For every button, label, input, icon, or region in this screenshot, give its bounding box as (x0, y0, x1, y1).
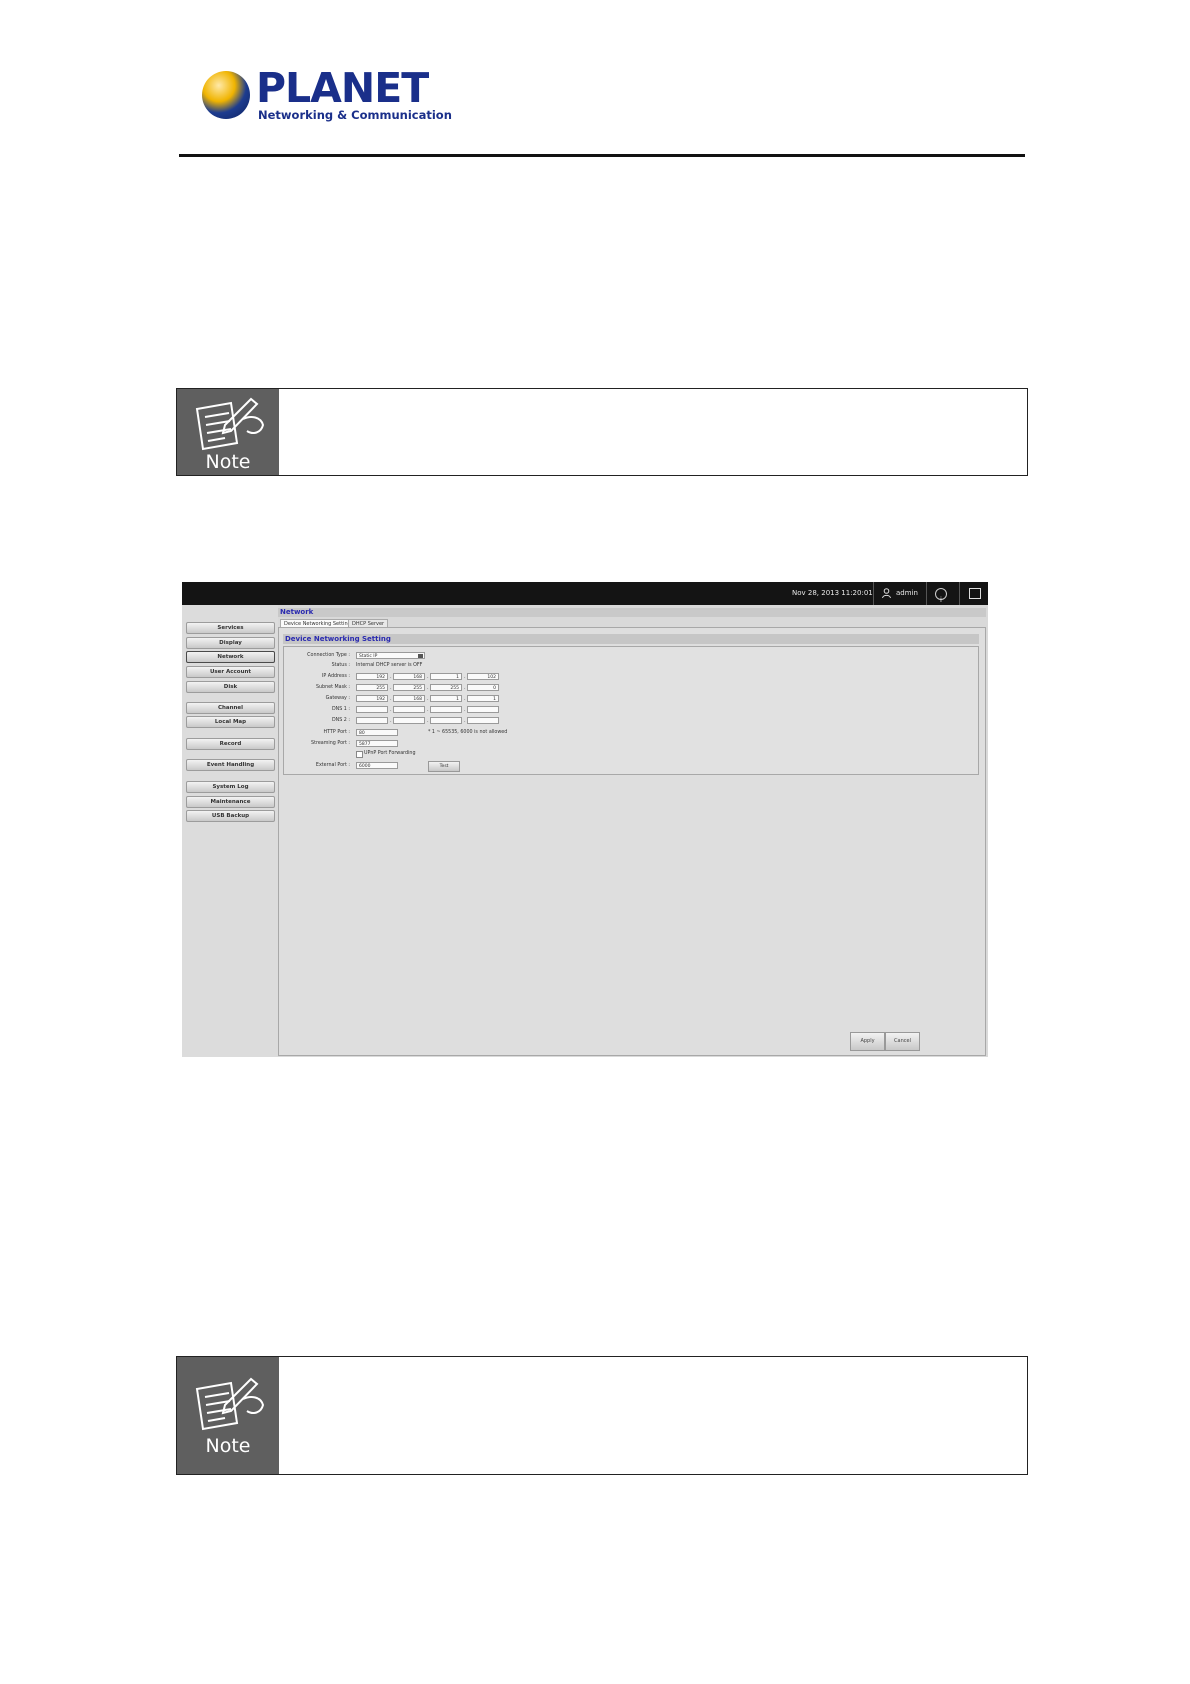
streaming-port-input[interactable]: 5877 (356, 740, 398, 747)
sidebar-item-maintenance[interactable]: Maintenance (186, 796, 275, 808)
dns2-octet-1[interactable] (356, 717, 388, 724)
sidebar-item-usb-backup[interactable]: USB Backup (186, 810, 275, 822)
settings-panel: Device Networking Setting Connection Typ… (278, 627, 986, 1056)
gateway-octet-4[interactable]: 1 (467, 695, 499, 702)
upnp-label: UPnP Port Forwarding (364, 751, 416, 756)
ip-octet-1[interactable]: 192 (356, 673, 388, 680)
subnet-octet-1[interactable]: 255 (356, 684, 388, 691)
sidebar-item-display[interactable]: Display (186, 637, 275, 649)
http-port-label: HTTP Port : (323, 730, 350, 735)
globe-logo-icon (202, 71, 250, 119)
note-box: Note (176, 1356, 1028, 1475)
sidebar-item-disk[interactable]: Disk (186, 681, 275, 693)
brand-tagline: Networking & Communication (258, 108, 452, 122)
http-port-hint: * 1 ~ 65535, 6000 is not allowed (428, 730, 508, 735)
octet-dot: . (464, 718, 466, 724)
ip-octet-4[interactable]: 102 (467, 673, 499, 680)
upnp-checkbox[interactable] (356, 751, 363, 758)
note-label: Note (205, 1435, 251, 1457)
octet-dot: . (427, 685, 429, 691)
gateway-octet-1[interactable]: 192 (356, 695, 388, 702)
page-title: Network (278, 608, 986, 617)
subnet-mask-label: Subnet Mask : (315, 685, 350, 690)
ip-octet-3[interactable]: 1 (430, 673, 462, 680)
dns1-octet-3[interactable] (430, 706, 462, 713)
gateway-octet-2[interactable]: 168 (393, 695, 425, 702)
exit-icon[interactable] (969, 588, 981, 599)
octet-dot: . (390, 685, 392, 691)
octet-dot: . (390, 718, 392, 724)
external-port-label: External Port : (315, 763, 350, 768)
sidebar-item-network[interactable]: Network (186, 651, 275, 663)
dns1-label: DNS 1 : (331, 707, 350, 712)
sidebar-item-local-map[interactable]: Local Map (186, 716, 275, 728)
note-pencil-icon (195, 1377, 265, 1431)
dns2-label: DNS 2 : (331, 718, 350, 723)
subnet-octet-3[interactable]: 255 (430, 684, 462, 691)
ip-octet-2[interactable]: 168 (393, 673, 425, 680)
dns2-octet-3[interactable] (430, 717, 462, 724)
octet-dot: . (427, 718, 429, 724)
connection-type-select[interactable]: Static IP (356, 652, 425, 659)
user-icon[interactable] (882, 588, 891, 598)
note-pencil-icon (195, 397, 265, 451)
sidebar-item-system-log[interactable]: System Log (186, 781, 275, 793)
octet-dot: . (390, 674, 392, 680)
sidebar-item-user-account[interactable]: User Account (186, 666, 275, 678)
status-label: Status : (331, 663, 350, 668)
topbar-separator (873, 582, 874, 605)
sidebar-item-services[interactable]: Services (186, 622, 275, 634)
dns2-octet-4[interactable] (467, 717, 499, 724)
external-port-input[interactable]: 6000 (356, 762, 398, 769)
note-box: Note (176, 388, 1028, 476)
sidebar-item-event-handling[interactable]: Event Handling (186, 759, 275, 771)
brand-name: PLANET (256, 64, 429, 112)
sidebar-item-record[interactable]: Record (186, 738, 275, 750)
subnet-octet-2[interactable]: 255 (393, 684, 425, 691)
topbar-separator (959, 582, 960, 605)
gateway-octet-3[interactable]: 1 (430, 695, 462, 702)
dns1-octet-1[interactable] (356, 706, 388, 713)
main-content: Network Device Networking Setting DHCP S… (278, 605, 988, 1057)
ip-address-label: IP Address : (321, 674, 350, 679)
dns1-octet-2[interactable] (393, 706, 425, 713)
chevron-down-icon (418, 654, 423, 658)
topbar-separator (926, 582, 927, 605)
status-value: Internal DHCP server is OFF (356, 663, 423, 668)
octet-dot: . (427, 696, 429, 702)
octet-dot: . (464, 685, 466, 691)
test-button[interactable]: Test (428, 761, 460, 772)
section-title: Device Networking Setting (283, 634, 979, 644)
octet-dot: . (390, 707, 392, 713)
info-icon[interactable]: i (935, 588, 947, 604)
http-port-input[interactable]: 80 (356, 729, 398, 736)
connection-type-label: Connection Type : (307, 653, 350, 658)
dns2-octet-2[interactable] (393, 717, 425, 724)
header-divider (179, 154, 1025, 157)
planet-logo: PLANET Networking & Communication (202, 66, 452, 126)
note-icon-panel: Note (177, 389, 279, 475)
octet-dot: . (427, 674, 429, 680)
streaming-port-label: Streaming Port : (311, 741, 350, 746)
network-form: Connection Type : Static IP Status : Int… (283, 646, 979, 775)
octet-dot: . (464, 707, 466, 713)
connection-type-value: Static IP (359, 654, 378, 659)
octet-dot: . (427, 707, 429, 713)
note-label: Note (205, 451, 251, 473)
subnet-octet-4[interactable]: 0 (467, 684, 499, 691)
gateway-label: Gateway : (325, 696, 350, 701)
octet-dot: . (464, 696, 466, 702)
octet-dot: . (390, 696, 392, 702)
cancel-button[interactable]: Cancel (885, 1032, 920, 1051)
datetime-display: Nov 28, 2013 11:20:01 (792, 589, 873, 597)
dns1-octet-4[interactable] (467, 706, 499, 713)
note-icon-panel: Note (177, 1357, 279, 1474)
username-label[interactable]: admin (896, 582, 918, 605)
network-settings-screenshot: Nov 28, 2013 11:20:01 admin i Services D… (182, 582, 988, 1057)
octet-dot: . (464, 674, 466, 680)
top-bar: Nov 28, 2013 11:20:01 admin i (182, 582, 988, 605)
sidebar-item-channel[interactable]: Channel (186, 702, 275, 714)
sidebar: Services Display Network User Account Di… (182, 605, 278, 1057)
apply-button[interactable]: Apply (850, 1032, 885, 1051)
